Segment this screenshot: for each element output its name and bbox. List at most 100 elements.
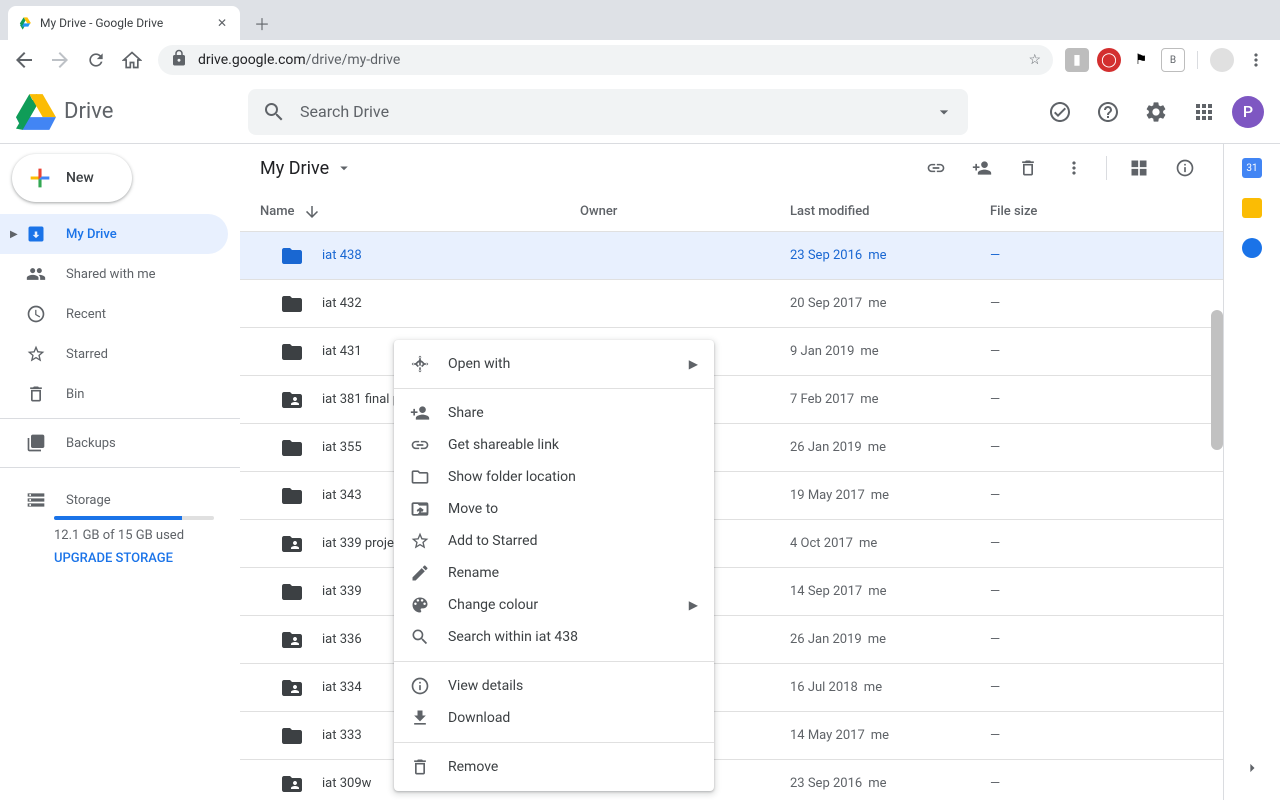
context-menu: Open with▶ ShareGet shareable linkShow fo…	[394, 340, 714, 791]
modified-cell: 4 Oct 2017me	[790, 536, 990, 551]
ctx-open-with[interactable]: Open with▶	[394, 348, 714, 380]
folder-icon	[280, 772, 304, 796]
share-button[interactable]	[964, 150, 1000, 186]
extension-icon[interactable]: ▮	[1065, 48, 1089, 72]
drive-logo-text: Drive	[64, 99, 113, 124]
drive-logo[interactable]: Drive	[16, 92, 240, 132]
modified-cell: 26 Jan 2019me	[790, 440, 990, 455]
file-name: iat 431	[322, 344, 362, 359]
table-row[interactable]: iat 334 16 Jul 2018me —	[240, 664, 1223, 712]
modified-cell: 7 Feb 2017me	[790, 392, 990, 407]
folder-icon	[280, 580, 304, 604]
forward-button[interactable]	[44, 44, 76, 76]
home-button[interactable]	[116, 44, 148, 76]
col-size-header[interactable]: File size	[990, 204, 1203, 219]
content-header: My Drive	[240, 144, 1223, 192]
upgrade-link[interactable]: UPGRADE STORAGE	[54, 551, 214, 566]
remove-button[interactable]	[1010, 150, 1046, 186]
nav-my-drive[interactable]: ▶My Drive	[0, 214, 228, 254]
file-name: iat 309w	[322, 776, 371, 791]
bookmark-star-icon[interactable]: ☆	[1028, 52, 1041, 68]
nav-recent[interactable]: Recent	[0, 294, 228, 334]
table-row[interactable]: iat 438 23 Sep 2016me —	[240, 232, 1223, 280]
size-cell: —	[990, 488, 1203, 503]
breadcrumb[interactable]: My Drive	[260, 158, 353, 179]
ctx-change-colour[interactable]: Change colour▶	[394, 589, 714, 621]
nav-starred[interactable]: Starred	[0, 334, 228, 374]
nav-shared[interactable]: Shared with me	[0, 254, 228, 294]
size-cell: —	[990, 584, 1203, 599]
details-button[interactable]	[1167, 150, 1203, 186]
table-row[interactable]: iat 381 final p 7 Feb 2017me —	[240, 376, 1223, 424]
calendar-addon-icon[interactable]: 31	[1242, 158, 1262, 178]
folder-icon	[280, 388, 304, 412]
drive-favicon-icon	[18, 15, 34, 31]
table-row[interactable]: iat 343 19 May 2017me —	[240, 472, 1223, 520]
ctx-get-shareable-link[interactable]: Get shareable link	[394, 429, 714, 461]
new-button[interactable]: New	[12, 154, 132, 202]
table-row[interactable]: iat 336 26 Jan 2019me —	[240, 616, 1223, 664]
scrollbar-thumb[interactable]	[1211, 310, 1223, 450]
get-link-button[interactable]	[918, 150, 954, 186]
modified-cell: 16 Jul 2018me	[790, 680, 990, 695]
nav-bin[interactable]: Bin	[0, 374, 228, 414]
extension-icon[interactable]: B	[1161, 48, 1185, 72]
extension-icon[interactable]: ◯	[1097, 48, 1121, 72]
back-button[interactable]	[8, 44, 40, 76]
table-row[interactable]: iat 431 9 Jan 2019me —	[240, 328, 1223, 376]
trash-icon	[410, 757, 430, 777]
ctx-share[interactable]: Share	[394, 397, 714, 429]
chrome-menu-button[interactable]	[1240, 44, 1272, 76]
ctx-add-to-starred[interactable]: Add to Starred	[394, 525, 714, 557]
search-options-icon[interactable]	[934, 102, 954, 122]
table-row[interactable]: iat 355 26 Jan 2019me —	[240, 424, 1223, 472]
account-avatar[interactable]: P	[1232, 96, 1264, 128]
more-actions-button[interactable]	[1056, 150, 1092, 186]
profile-icon[interactable]	[1210, 48, 1234, 72]
browser-tab[interactable]: My Drive - Google Drive ✕	[8, 6, 240, 40]
browser-chrome: My Drive - Google Drive ✕ ＋ drive.google…	[0, 0, 1280, 80]
new-tab-button[interactable]: ＋	[248, 9, 276, 37]
ready-offline-icon[interactable]	[1040, 92, 1080, 132]
settings-icon[interactable]	[1136, 92, 1176, 132]
ctx-rename[interactable]: Rename	[394, 557, 714, 589]
ctx-show-folder-location[interactable]: Show folder location	[394, 461, 714, 493]
table-row[interactable]: iat 432 20 Sep 2017me —	[240, 280, 1223, 328]
ctx-search-within-iat-438[interactable]: Search within iat 438	[394, 621, 714, 653]
content-area: My Drive Name Owner Last modified File s…	[240, 144, 1224, 800]
folder-icon	[280, 244, 304, 268]
url-field[interactable]: drive.google.com/drive/my-drive ☆	[158, 45, 1053, 75]
table-row[interactable]: iat 309w 23 Sep 2016me —	[240, 760, 1223, 800]
expand-icon[interactable]: ▶	[10, 229, 18, 240]
tasks-addon-icon[interactable]	[1242, 238, 1262, 258]
close-icon[interactable]: ✕	[214, 15, 230, 31]
ctx-view-details[interactable]: View details	[394, 670, 714, 702]
table-row[interactable]: iat 339 me 14 Sep 2017me —	[240, 568, 1223, 616]
hide-sidepanel-button[interactable]	[1234, 750, 1270, 786]
palette-icon	[410, 595, 430, 615]
search-placeholder: Search Drive	[300, 102, 920, 121]
support-icon[interactable]	[1088, 92, 1128, 132]
col-name-header[interactable]: Name	[240, 203, 580, 221]
table-row[interactable]: iat 333 me 14 May 2017me —	[240, 712, 1223, 760]
col-owner-header[interactable]: Owner	[580, 204, 790, 219]
tab-title: My Drive - Google Drive	[40, 16, 208, 30]
keep-addon-icon[interactable]	[1242, 198, 1262, 218]
file-name: iat 343	[322, 488, 362, 503]
search-bar[interactable]: Search Drive	[248, 89, 968, 135]
ctx-move-to[interactable]: Move to	[394, 493, 714, 525]
apps-icon[interactable]	[1184, 92, 1224, 132]
table-row[interactable]: iat 339 projec 4 Oct 2017me —	[240, 520, 1223, 568]
chevron-right-icon: ▶	[689, 357, 698, 371]
grid-view-button[interactable]	[1121, 150, 1157, 186]
file-name: iat 355	[322, 440, 362, 455]
ctx-download[interactable]: Download	[394, 702, 714, 734]
reload-button[interactable]	[80, 44, 112, 76]
extension-icon[interactable]: ⚑	[1129, 48, 1153, 72]
file-name: iat 432	[322, 296, 362, 311]
search-icon	[262, 100, 286, 124]
col-modified-header[interactable]: Last modified	[790, 204, 990, 219]
nav-backups[interactable]: Backups	[0, 423, 228, 463]
table-header: Name Owner Last modified File size	[240, 192, 1223, 232]
ctx-remove[interactable]: Remove	[394, 751, 714, 783]
